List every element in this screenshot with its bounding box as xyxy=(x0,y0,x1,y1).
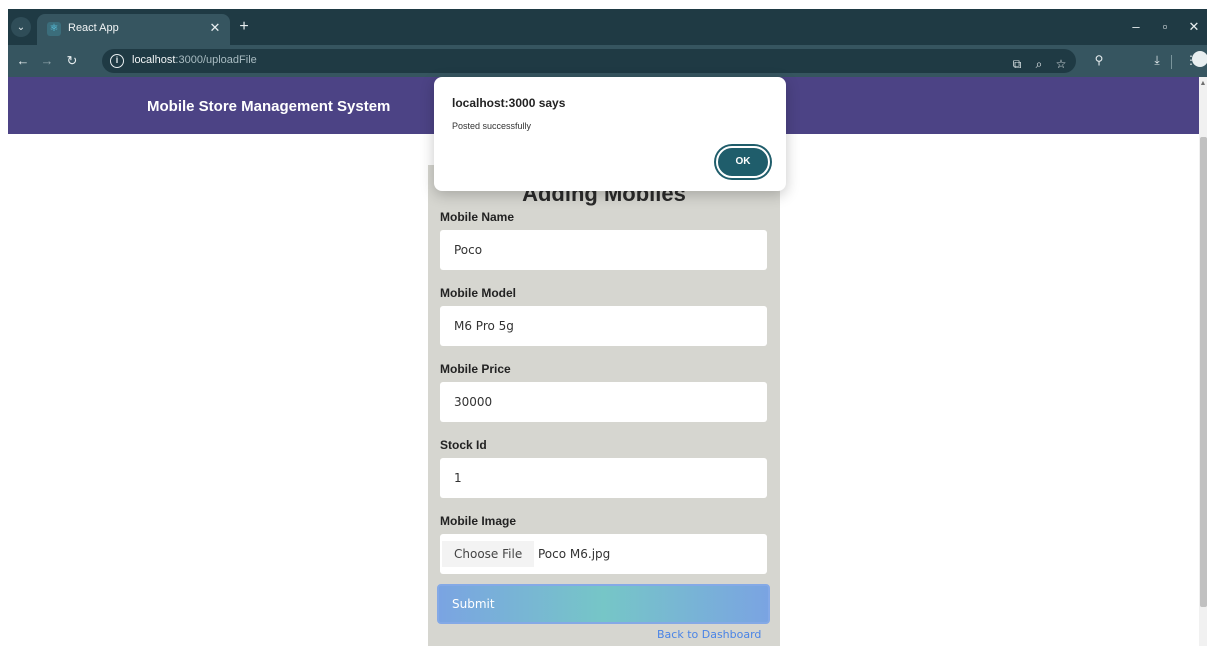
tab-search-icon[interactable]: ⌄ xyxy=(11,17,31,37)
stock-id-input[interactable]: 1 xyxy=(440,458,767,498)
stock-id-label: Stock Id xyxy=(440,438,487,452)
zoom-icon[interactable]: ⌕ xyxy=(1030,55,1048,73)
browser-toolbar: ← → ↻ i localhost:3000/uploadFile ⧉ ⌕ ☆ … xyxy=(8,45,1208,77)
toolbar-divider xyxy=(1171,55,1172,69)
screenshot-frame: ⌄ ⚛ React App ✕ + – ▫ ✕ ← → ↻ i localhos… xyxy=(0,0,1210,646)
mobile-name-input[interactable]: Poco xyxy=(440,230,767,270)
minimize-icon[interactable]: – xyxy=(1126,18,1146,36)
info-icon[interactable]: i xyxy=(110,54,124,68)
mobile-price-label: Mobile Price xyxy=(440,362,511,376)
tab-title: React App xyxy=(68,22,119,34)
restore-icon[interactable]: ▫ xyxy=(1155,18,1175,36)
mobile-name-label: Mobile Name xyxy=(440,210,515,224)
browser-tab-strip: ⌄ ⚛ React App ✕ + – ▫ ✕ xyxy=(8,9,1207,45)
plus-icon[interactable]: + xyxy=(234,18,254,38)
back-icon[interactable]: ← xyxy=(14,52,32,70)
close-window-icon[interactable]: ✕ xyxy=(1184,18,1204,36)
app-brand[interactable]: Mobile Store Management System xyxy=(147,98,390,115)
close-icon[interactable]: ✕ xyxy=(207,20,223,36)
dialog-title: localhost:3000 says xyxy=(452,96,566,110)
page-scrollbar[interactable]: ▲ xyxy=(1199,77,1207,646)
scroll-up-icon[interactable]: ▲ xyxy=(1199,80,1207,88)
star-icon[interactable]: ☆ xyxy=(1052,55,1070,73)
address-bar[interactable]: i localhost:3000/uploadFile ⧉ ⌕ ☆ xyxy=(102,49,1076,73)
add-mobile-form: Adding Mobiles Mobile Name Poco Mobile M… xyxy=(428,165,780,646)
url-host: localhost xyxy=(132,54,176,66)
chosen-file-name: Poco M6.jpg xyxy=(538,547,611,561)
submit-button[interactable]: Submit xyxy=(437,584,770,624)
extensions-icon[interactable]: ⚲ xyxy=(1090,51,1108,69)
back-to-dashboard-link[interactable]: Back to Dashboard xyxy=(657,628,761,641)
mobile-model-label: Mobile Model xyxy=(440,286,516,300)
reload-icon[interactable]: ↻ xyxy=(63,52,81,70)
mobile-model-input[interactable]: M6 Pro 5g xyxy=(440,306,767,346)
mobile-image-input[interactable]: Choose File Poco M6.jpg xyxy=(440,534,767,574)
forward-icon[interactable]: → xyxy=(38,52,56,70)
react-favicon-icon: ⚛ xyxy=(47,22,61,36)
download-icon[interactable]: ⤓ xyxy=(1148,51,1166,69)
url-path: :3000/uploadFile xyxy=(175,54,257,66)
ok-button[interactable]: OK xyxy=(716,146,770,178)
mobile-price-input[interactable]: 30000 xyxy=(440,382,767,422)
browser-tab[interactable]: ⚛ React App ✕ xyxy=(37,14,230,45)
dialog-message: Posted successfully xyxy=(452,121,532,131)
alert-dialog: localhost:3000 says Posted successfully … xyxy=(434,77,786,191)
url-text: localhost:3000/uploadFile xyxy=(132,54,257,66)
install-icon[interactable]: ⧉ xyxy=(1008,55,1026,73)
kebab-menu-icon[interactable]: ⋮ xyxy=(1184,51,1198,69)
scrollbar-thumb[interactable] xyxy=(1200,137,1207,607)
left-margin xyxy=(0,0,8,646)
choose-file-button[interactable]: Choose File xyxy=(442,541,535,567)
mobile-image-label: Mobile Image xyxy=(440,514,517,528)
